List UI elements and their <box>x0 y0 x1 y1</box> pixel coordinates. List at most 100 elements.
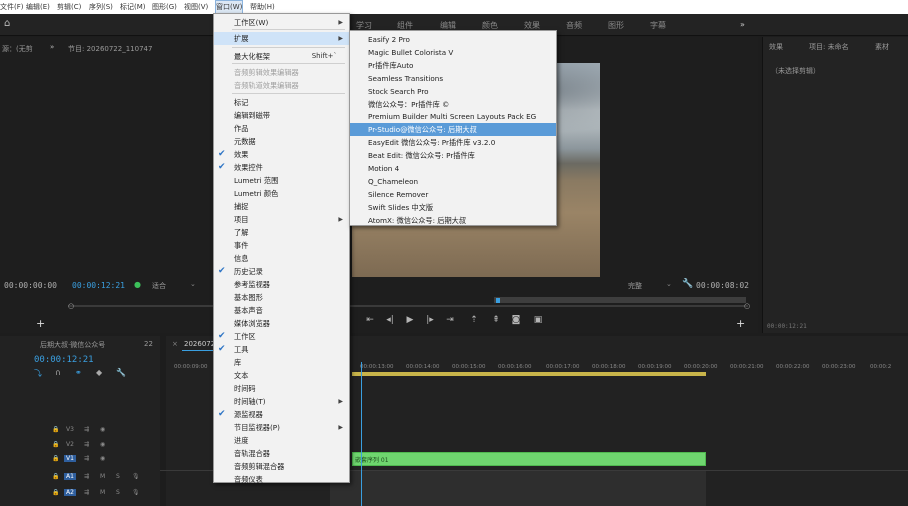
timeline-close-icon[interactable]: × <box>172 340 178 348</box>
workspace-tab-captions[interactable]: 字幕 <box>650 20 666 31</box>
lock-icon[interactable]: 🔒 <box>52 473 59 480</box>
sync-lock-icon[interactable]: ⇶ <box>84 426 89 433</box>
quality-dropdown[interactable]: 完整 <box>628 281 642 291</box>
source-panel-title[interactable]: 源：(无剪 <box>2 44 33 54</box>
window-menu-item[interactable]: 时间码 <box>214 382 349 395</box>
menu-sequence[interactable]: 序列(S) <box>89 0 113 14</box>
home-icon[interactable]: ⌂ <box>4 18 16 30</box>
microphone-icon[interactable]: 🎙 <box>132 473 140 480</box>
fit-chevron-down-icon[interactable]: ⌄ <box>190 280 196 288</box>
extension-menu-item[interactable]: Swift Slides 中文版 <box>350 201 556 214</box>
window-menu-item[interactable]: ✔ 工作区 <box>214 330 349 343</box>
program-scrub-bar[interactable] <box>68 305 748 307</box>
window-menu-item[interactable]: 媒体浏览器 <box>214 317 349 330</box>
timeline-settings-icon[interactable]: 🔧 <box>116 368 126 377</box>
workspace-tab-audio[interactable]: 音频 <box>566 20 582 31</box>
sync-lock-icon[interactable]: ⇶ <box>84 441 89 448</box>
window-menu-item[interactable]: 节目监视器(P) ▶ <box>214 421 349 434</box>
window-menu-item[interactable]: ✔ 源监视器 <box>214 408 349 421</box>
menu-graphics[interactable]: 图形(G) <box>152 0 177 14</box>
workspace-overflow-icon[interactable]: » <box>740 20 745 29</box>
extension-menu-item[interactable]: 微信公众号：Pr插件库 © <box>350 98 556 111</box>
scrub-start-handle[interactable]: ○ <box>68 302 74 310</box>
extension-menu-item[interactable]: Magic Bullet Colorista V <box>350 46 556 59</box>
window-menu-item[interactable]: 基本图形 <box>214 291 349 304</box>
mute-button[interactable]: M <box>100 489 105 496</box>
menu-view[interactable]: 视图(V) <box>184 0 208 14</box>
program-playhead[interactable] <box>496 298 500 303</box>
sync-lock-icon[interactable]: ⇶ <box>84 455 89 462</box>
add-marker-icon[interactable]: ◆ <box>96 368 102 377</box>
solo-button[interactable]: S <box>116 473 120 480</box>
step-forward-icon[interactable]: |▸ <box>424 314 436 326</box>
window-menu-item[interactable]: 基本声音 <box>214 304 349 317</box>
extension-menu-item[interactable]: AtomX: 微信公众号: 后期大叔 <box>350 214 556 227</box>
step-back-icon[interactable]: ◂| <box>384 314 396 326</box>
eye-icon[interactable]: ◉ <box>100 455 105 462</box>
extension-menu-item[interactable]: Motion 4 <box>350 162 556 175</box>
lift-icon[interactable]: ⇡ <box>468 314 480 326</box>
menu-file[interactable]: 文件(F) <box>0 0 24 14</box>
extension-menu-item[interactable]: Beat Edit: 微信公众号: Pr插件库 <box>350 149 556 162</box>
window-menu-item[interactable]: 了解 <box>214 226 349 239</box>
window-menu-item[interactable]: 扩展 ▶ <box>214 32 349 45</box>
extension-menu-item[interactable]: Premium Builder Multi Screen Layouts Pac… <box>350 110 556 123</box>
window-menu-item[interactable]: 进度 <box>214 434 349 447</box>
window-menu-item[interactable]: 时间轴(T) ▶ <box>214 395 349 408</box>
export-frame-icon[interactable]: ◙ <box>510 314 522 326</box>
window-menu-item[interactable]: Lumetri 颜色 <box>214 187 349 200</box>
work-area-bar[interactable] <box>352 372 706 376</box>
tab-effects[interactable]: 效果 <box>769 42 783 52</box>
sync-lock-icon[interactable]: ⇶ <box>84 473 89 480</box>
clip-selector-dropdown[interactable]: （未选择剪辑） <box>771 66 820 76</box>
quality-chevron-down-icon[interactable]: ⌄ <box>666 280 672 288</box>
extension-menu-item[interactable]: Seamless Transitions <box>350 72 556 85</box>
menu-marker[interactable]: 标记(M) <box>120 0 146 14</box>
workspace-tab-graphics[interactable]: 图形 <box>608 20 624 31</box>
menu-clip[interactable]: 剪辑(C) <box>57 0 81 14</box>
window-menu-item[interactable]: ✔ 历史记录 <box>214 265 349 278</box>
window-menu-item[interactable]: ✔ 效果控件 <box>214 161 349 174</box>
extension-menu-item[interactable]: EasyEdit 微信公众号: Pr插件库 v3.2.0 <box>350 136 556 149</box>
lock-icon[interactable]: 🔒 <box>52 455 59 462</box>
window-menu-item[interactable]: 编辑到磁带 <box>214 109 349 122</box>
lock-icon[interactable]: 🔒 <box>52 489 59 496</box>
menu-window[interactable]: 窗口(W) <box>215 0 244 14</box>
mute-button[interactable]: M <box>100 473 105 480</box>
extension-menu-item[interactable]: Q_Chameleon <box>350 175 556 188</box>
track-name[interactable]: A1 <box>64 473 76 480</box>
source-add-button[interactable]: + <box>36 317 45 330</box>
program-current-timecode[interactable]: 00:00:12:21 <box>72 281 125 290</box>
menu-help[interactable]: 帮助(H) <box>250 0 275 14</box>
sync-lock-icon[interactable]: ⇶ <box>84 489 89 496</box>
extension-menu-item[interactable]: Pr插件库Auto <box>350 59 556 72</box>
mark-in-icon[interactable]: ⇤ <box>364 314 376 326</box>
window-menu-item[interactable]: 文本 <box>214 369 349 382</box>
project-panel-title[interactable]: 后期大叔·微信公众号 <box>40 340 105 350</box>
microphone-icon[interactable]: 🎙 <box>132 489 140 496</box>
snap-icon[interactable]: ∩ <box>55 368 61 377</box>
linked-selection-icon[interactable]: ⚭ <box>75 368 82 377</box>
extension-menu-item[interactable]: Silence Remover <box>350 188 556 201</box>
window-menu-item[interactable]: 元数据 <box>214 135 349 148</box>
track-name[interactable]: V2 <box>66 441 74 448</box>
fit-dropdown[interactable]: 适合 <box>152 281 166 291</box>
window-menu-item[interactable]: 参考监视器 <box>214 278 349 291</box>
window-menu-item[interactable]: 库 <box>214 356 349 369</box>
window-menu-item[interactable]: 最大化框架 Shift+` <box>214 50 349 63</box>
play-icon[interactable]: ▶ <box>404 314 416 326</box>
lock-icon[interactable]: 🔒 <box>52 441 59 448</box>
source-overflow-icon[interactable]: » <box>50 43 54 51</box>
tab-project[interactable]: 项目: 未命名 <box>809 42 849 52</box>
window-menu-item[interactable]: 音频剪辑混合器 <box>214 460 349 473</box>
mark-out-icon[interactable]: ⇥ <box>444 314 456 326</box>
extract-icon[interactable]: ⇞ <box>490 314 502 326</box>
window-menu-item[interactable]: 工作区(W) ▶ <box>214 16 349 29</box>
timeline-timecode[interactable]: 00:00:12:21 <box>34 355 94 365</box>
window-menu-item[interactable]: 作品 <box>214 122 349 135</box>
window-menu-item[interactable]: 项目 ▶ <box>214 213 349 226</box>
window-menu-item[interactable]: 音频仪表 <box>214 473 349 486</box>
window-menu-item[interactable]: 捕捉 <box>214 200 349 213</box>
extension-menu-item[interactable]: Pr-Studio@微信公众号: 后期大叔 <box>350 123 556 137</box>
track-name[interactable]: A2 <box>64 489 76 496</box>
